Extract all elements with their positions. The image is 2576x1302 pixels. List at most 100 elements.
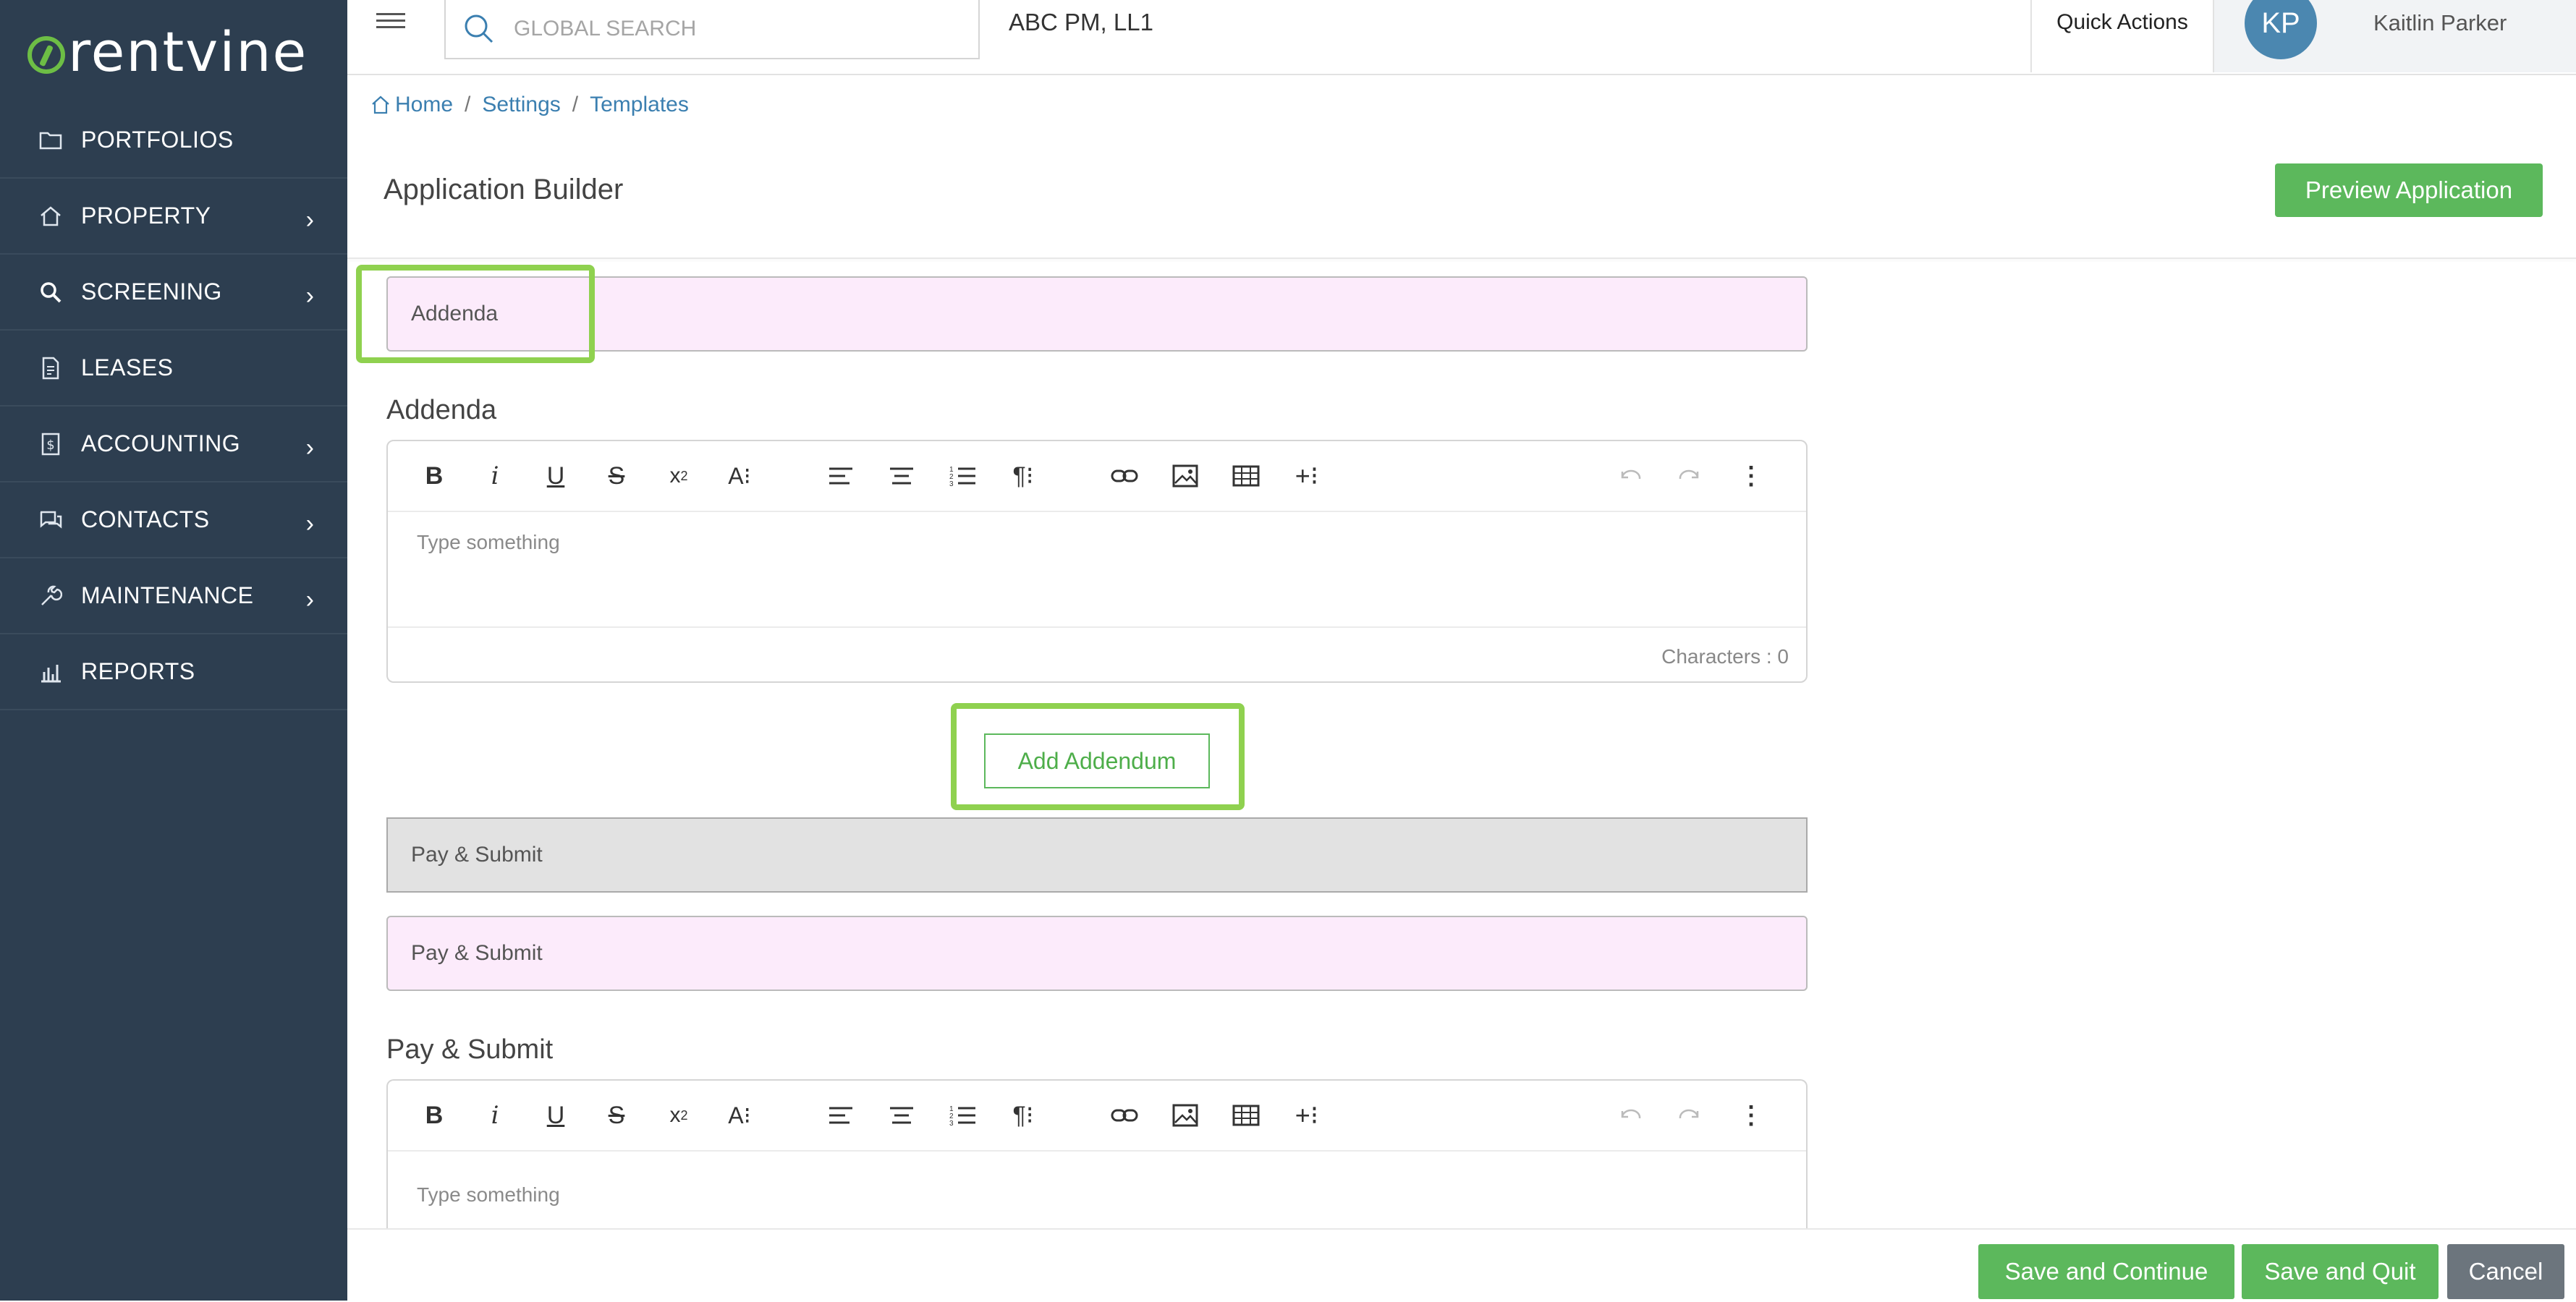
wrench-icon <box>36 582 65 610</box>
bold-icon[interactable]: B <box>418 1099 450 1131</box>
table-icon[interactable] <box>1230 460 1262 492</box>
chevron-right-icon: › <box>305 510 314 537</box>
sidebar-item-label: PORTFOLIOS <box>81 127 234 153</box>
paragraph-icon[interactable]: ¶⁝ <box>1007 460 1039 492</box>
italic-icon[interactable]: i <box>479 1099 511 1131</box>
image-icon[interactable] <box>1169 460 1201 492</box>
chat-icon <box>36 506 65 535</box>
insert-more-icon[interactable]: +⁝ <box>1291 1099 1323 1131</box>
save-and-continue-button[interactable]: Save and Continue <box>1978 1244 2234 1299</box>
user-name[interactable]: Kaitlin Parker <box>2373 10 2507 36</box>
link-icon[interactable] <box>1109 460 1140 492</box>
strikethrough-icon[interactable]: S <box>601 460 632 492</box>
pay-submit-editor[interactable]: B i U S x2 A⁝ 123 ¶⁝ +⁝ ⋮ Type something <box>386 1079 1808 1238</box>
bold-icon[interactable]: B <box>418 460 450 492</box>
align-center-icon[interactable] <box>886 1099 918 1131</box>
editor-placeholder[interactable]: Type something <box>417 1183 560 1207</box>
sidebar-item-screening[interactable]: SCREENING › <box>0 255 347 331</box>
insert-more-icon[interactable]: +⁝ <box>1291 460 1323 492</box>
sidebar-item-label: PROPERTY <box>81 203 211 229</box>
sidebar-item-property[interactable]: PROPERTY › <box>0 179 347 255</box>
sidebar-item-label: ACCOUNTING <box>81 430 241 456</box>
sidebar-item-label: MAINTENANCE <box>81 582 254 608</box>
chevron-right-icon: › <box>305 282 314 310</box>
top-header: ABC PM, LL1 Quick Actions KP Kaitlin Par… <box>347 0 2576 75</box>
pay-submit-heading: Pay & Submit <box>386 1034 554 1065</box>
magnifier-icon <box>36 278 65 307</box>
home-icon <box>36 202 65 231</box>
underline-icon[interactable]: U <box>540 1099 572 1131</box>
sidebar-item-leases[interactable]: LEASES <box>0 331 347 407</box>
addenda-section-field[interactable]: Addenda <box>386 276 1808 352</box>
avatar[interactable]: KP <box>2245 0 2317 59</box>
add-addendum-button[interactable]: Add Addendum <box>984 733 1210 788</box>
breadcrumb: Home / Settings / Templates <box>370 93 689 117</box>
sidebar-item-label: LEASES <box>81 354 174 380</box>
ordered-list-icon[interactable]: 123 <box>946 1099 978 1131</box>
editor-toolbar: B i U S x2 A⁝ 123 ¶⁝ +⁝ ⋮ <box>388 1081 1806 1152</box>
chart-icon <box>36 658 65 686</box>
preview-application-button[interactable]: Preview Application <box>2275 163 2543 217</box>
breadcrumb-home[interactable]: Home <box>395 93 453 117</box>
paragraph-icon[interactable]: ¶⁝ <box>1007 1099 1039 1131</box>
redo-icon[interactable] <box>1674 1099 1706 1131</box>
undo-icon[interactable] <box>1614 1099 1645 1131</box>
svg-text:3: 3 <box>949 1120 954 1128</box>
svg-text:$: $ <box>46 438 54 453</box>
strikethrough-icon[interactable]: S <box>601 1099 632 1131</box>
sidebar-item-contacts[interactable]: CONTACTS › <box>0 482 347 558</box>
breadcrumb-settings[interactable]: Settings <box>482 93 560 117</box>
page-title: Application Builder <box>384 174 624 205</box>
home-icon <box>372 95 389 114</box>
editor-placeholder[interactable]: Type something <box>417 531 560 554</box>
addenda-highlight <box>356 265 595 363</box>
align-center-icon[interactable] <box>886 460 918 492</box>
menu-icon[interactable] <box>376 9 405 38</box>
leaf-logo-icon <box>27 36 65 74</box>
company-name[interactable]: ABC PM, LL1 <box>1009 9 1153 36</box>
breadcrumb-templates[interactable]: Templates <box>590 93 689 117</box>
rentvine-logo[interactable]: rentvine <box>27 25 308 80</box>
more-vertical-icon[interactable]: ⋮ <box>1735 460 1767 492</box>
sidebar-item-label: CONTACTS <box>81 506 210 532</box>
subscript-icon[interactable]: x2 <box>663 1099 695 1131</box>
pay-submit-section-field[interactable]: Pay & Submit <box>386 916 1808 991</box>
sidebar-item-portfolios[interactable]: PORTFOLIOS <box>0 103 347 179</box>
align-left-icon[interactable] <box>825 460 857 492</box>
global-search[interactable] <box>444 0 980 59</box>
breadcrumb-separator: / <box>465 93 471 116</box>
editor-footer-divider <box>388 626 1806 628</box>
document-icon <box>36 354 65 383</box>
addenda-editor[interactable]: B i U S x2 A⁝ 123 ¶⁝ +⁝ ⋮ Type something… <box>386 440 1808 683</box>
sidebar-nav: PORTFOLIOS PROPERTY › SCREENING › LEASES… <box>0 103 347 710</box>
italic-icon[interactable]: i <box>479 460 511 492</box>
redo-icon[interactable] <box>1674 460 1706 492</box>
sidebar-item-maintenance[interactable]: MAINTENANCE › <box>0 558 347 634</box>
folder-icon <box>36 126 65 155</box>
search-input[interactable] <box>512 16 949 42</box>
align-left-icon[interactable] <box>825 1099 857 1131</box>
search-icon <box>465 14 493 43</box>
underline-icon[interactable]: U <box>540 460 572 492</box>
save-and-quit-button[interactable]: Save and Quit <box>2242 1244 2439 1299</box>
user-menu[interactable]: KP Kaitlin Parker <box>2214 0 2576 72</box>
sidebar-item-reports[interactable]: REPORTS <box>0 634 347 710</box>
image-icon[interactable] <box>1169 1099 1201 1131</box>
sidebar-item-label: REPORTS <box>81 658 195 684</box>
quick-actions-button[interactable]: Quick Actions <box>2030 0 2214 72</box>
subscript-icon[interactable]: x2 <box>663 460 695 492</box>
table-icon[interactable] <box>1230 1099 1262 1131</box>
chevron-right-icon: › <box>305 434 314 461</box>
addenda-heading: Addenda <box>386 395 497 425</box>
more-vertical-icon[interactable]: ⋮ <box>1735 1099 1767 1131</box>
link-icon[interactable] <box>1109 1099 1140 1131</box>
font-size-icon[interactable]: A⁝ <box>724 460 755 492</box>
sidebar-item-accounting[interactable]: $ ACCOUNTING › <box>0 407 347 482</box>
undo-icon[interactable] <box>1614 460 1645 492</box>
cancel-button[interactable]: Cancel <box>2447 1244 2564 1299</box>
font-size-icon[interactable]: A⁝ <box>724 1099 755 1131</box>
ordered-list-icon[interactable]: 123 <box>946 460 978 492</box>
pay-submit-step-field[interactable]: Pay & Submit <box>386 817 1808 893</box>
dollar-icon: $ <box>36 430 65 459</box>
chevron-right-icon: › <box>305 586 314 613</box>
